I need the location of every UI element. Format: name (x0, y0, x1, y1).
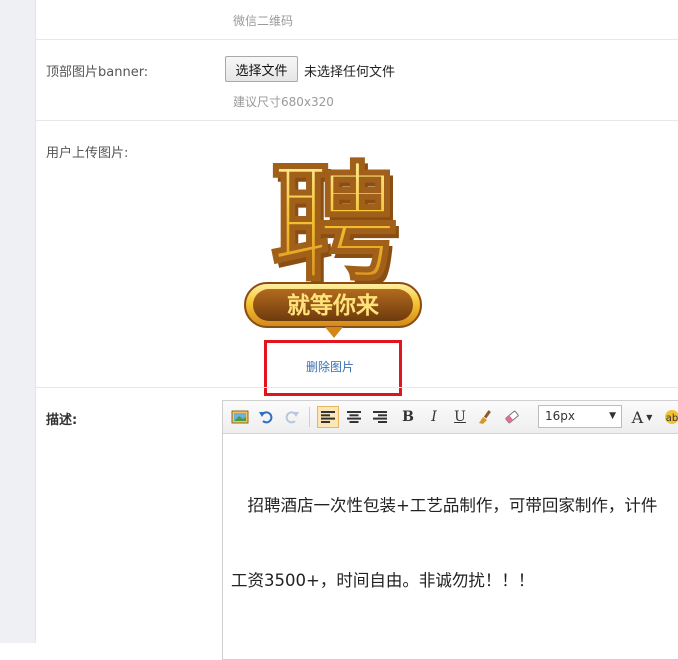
description-label: 描述: (46, 413, 78, 428)
editor-toolbar: B I U 16px ▼ A ▼ ab (223, 401, 678, 434)
italic-button[interactable]: I (423, 406, 445, 428)
eraser-icon[interactable] (501, 406, 523, 428)
underline-button[interactable]: U (449, 406, 471, 428)
format-brush-icon[interactable] (475, 406, 497, 428)
font-size-select[interactable]: 16px ▼ (538, 405, 622, 428)
chevron-down-icon: ▼ (609, 411, 616, 421)
qr-hint: 微信二维码 (233, 14, 294, 28)
row-divider (36, 387, 678, 388)
highlight-color-icon[interactable]: ab (661, 406, 678, 428)
banner-size-hint: 建议尺寸680x320 (233, 95, 334, 109)
image-main-char: 聘 (270, 150, 398, 299)
font-color-label: A (631, 407, 644, 427)
redo-icon[interactable] (281, 406, 303, 428)
toolbar-separator (309, 407, 310, 427)
upload-label: 用户上传图片: (46, 146, 129, 161)
insert-image-icon[interactable] (229, 406, 251, 428)
align-center-icon[interactable] (343, 406, 365, 428)
font-color-button[interactable]: A ▼ (627, 406, 657, 428)
chevron-down-icon: ▼ (646, 412, 653, 422)
choose-file-button[interactable]: 选择文件 (225, 56, 298, 82)
align-right-icon[interactable] (369, 406, 391, 428)
left-sidebar-strip (0, 0, 36, 643)
align-left-icon[interactable] (317, 406, 339, 428)
undo-icon[interactable] (255, 406, 277, 428)
rich-text-editor[interactable]: B I U 16px ▼ A ▼ ab 招聘酒店一次性包装+工艺品制作，可带回家制… (222, 400, 678, 660)
editor-content[interactable]: 招聘酒店一次性包装+工艺品制作，可带回家制作，计件 工资3500+，时间自由。非… (231, 443, 678, 643)
row-divider (36, 39, 678, 40)
uploaded-image: 聘 聘 就等你来 (229, 140, 439, 350)
svg-text:ab: ab (666, 413, 678, 424)
font-size-value: 16px (545, 409, 575, 423)
file-status-text: 未选择任何文件 (304, 65, 396, 80)
banner-label: 顶部图片banner: (46, 65, 149, 80)
bold-button[interactable]: B (397, 406, 419, 428)
content-line: 招聘酒店一次性包装+工艺品制作，可带回家制作，计件 (231, 496, 658, 515)
content-line: 工资3500+，时间自由。非诚勿扰！！！ (231, 571, 535, 590)
image-banner-text: 就等你来 (287, 292, 380, 319)
row-divider (36, 120, 678, 121)
